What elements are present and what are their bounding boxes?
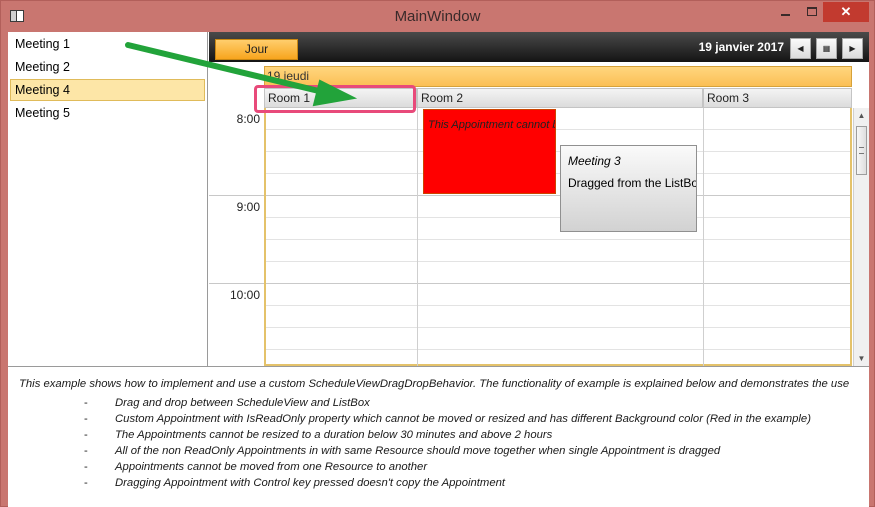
time-label: 9:00: [236, 200, 260, 214]
time-label: 10:00: [229, 288, 260, 302]
close-icon: ✕: [840, 4, 852, 19]
slot-area[interactable]: [264, 108, 852, 366]
bullet-dash: -: [84, 445, 88, 457]
room-1-highlight: [254, 85, 416, 113]
bullet-dash: -: [84, 461, 88, 473]
list-item: - Dragging Appointment with Control key p…: [84, 475, 811, 491]
resource-header-room-2: Room 2: [417, 88, 703, 108]
maximize-icon: [807, 7, 817, 16]
minimize-button[interactable]: [772, 2, 798, 22]
maximize-button[interactable]: [799, 2, 825, 22]
list-item: - The Appointments cannot be resized to a…: [84, 427, 811, 443]
drag-visual-meeting-3[interactable]: Meeting 3 Dragged from the ListBox: [560, 145, 697, 232]
close-button[interactable]: ✕: [823, 2, 869, 22]
feature-text: Custom Appointment with IsReadOnly prope…: [115, 413, 811, 425]
list-item: - Appointments cannot be moved from one R…: [84, 459, 811, 475]
title-bar[interactable]: MainWindow ✕: [1, 1, 874, 32]
resource-divider: [417, 108, 418, 366]
calendar-grid-icon: ▦: [822, 44, 831, 53]
feature-text: Dragging Appointment with Control key pr…: [115, 477, 506, 489]
slot-line: [266, 327, 850, 328]
scroll-thumb[interactable]: [856, 126, 867, 175]
hour-line: [266, 283, 850, 284]
schedule-toolbar: Jour 19 janvier 2017 ◀ ▦ ▶: [209, 32, 869, 62]
window-content: Meeting 1 Meeting 2 Meeting 4 Meeting 5 …: [8, 32, 869, 507]
window-title: MainWindow: [394, 8, 481, 25]
bullet-dash: -: [84, 413, 88, 425]
chevron-left-icon: ◀: [797, 44, 804, 53]
list-item-meeting-5[interactable]: Meeting 5: [10, 102, 205, 124]
drag-visual-body: Dragged from the ListBox: [568, 176, 697, 190]
time-slot-grid[interactable]: 8:00 9:00 10:00 This Appointment cannot …: [209, 108, 852, 366]
previous-button[interactable]: ◀: [790, 38, 811, 59]
slot-line: [266, 349, 850, 350]
list-item-meeting-4[interactable]: Meeting 4: [10, 79, 205, 101]
readonly-appointment-text: This Appointment cannot be moved or resi…: [428, 119, 555, 131]
slot-line: [266, 129, 850, 130]
time-ruler: 8:00 9:00 10:00: [209, 108, 264, 366]
bullet-dash: -: [84, 477, 88, 489]
description-panel: This example shows how to implement and …: [8, 366, 869, 507]
drag-visual-title: Meeting 3: [568, 154, 621, 168]
hour-line: [266, 195, 850, 196]
description-intro: This example shows how to implement and …: [19, 378, 850, 390]
feature-text: All of the non ReadOnly Appointments in …: [115, 445, 721, 457]
chevron-right-icon: ▶: [849, 44, 856, 53]
bullet-dash: -: [84, 397, 88, 409]
slot-line: [266, 151, 850, 152]
calendar-button[interactable]: ▦: [816, 38, 837, 59]
main-window: MainWindow ✕ Meeting 1 Meeting 2 Meeting…: [0, 0, 875, 507]
scroll-up-icon[interactable]: ▲: [854, 108, 869, 123]
scroll-down-icon[interactable]: ▼: [854, 351, 869, 366]
list-item-meeting-1[interactable]: Meeting 1: [10, 33, 205, 55]
feature-text: The Appointments cannot be resized to a …: [115, 429, 553, 441]
slot-line: [266, 239, 850, 240]
day-view-tab[interactable]: Jour: [215, 39, 298, 60]
list-item: - Custom Appointment with IsReadOnly prop…: [84, 411, 811, 427]
feature-text: Drag and drop between ScheduleView and L…: [115, 397, 370, 409]
meetings-listbox[interactable]: Meeting 1 Meeting 2 Meeting 4 Meeting 5: [8, 32, 208, 366]
minimize-icon: [781, 14, 790, 16]
list-item-meeting-2[interactable]: Meeting 2: [10, 56, 205, 78]
slot-line: [266, 261, 850, 262]
feature-text: Appointments cannot be moved from one Re…: [115, 461, 428, 473]
slot-line: [266, 173, 850, 174]
resource-divider: [703, 108, 704, 366]
hour-tick: [209, 283, 264, 284]
time-label: 8:00: [236, 112, 260, 126]
slot-line: [266, 217, 850, 218]
day-header: 19 jeudi: [264, 66, 852, 87]
current-date-label: 19 janvier 2017: [698, 40, 784, 54]
list-item: - Drag and drop between ScheduleView and …: [84, 395, 811, 411]
vertical-scrollbar[interactable]: ▲ ▼: [853, 108, 869, 366]
readonly-appointment[interactable]: This Appointment cannot be moved or resi…: [423, 109, 556, 194]
next-button[interactable]: ▶: [842, 38, 863, 59]
hour-tick: [209, 195, 264, 196]
slot-line: [266, 305, 850, 306]
list-item: - All of the non ReadOnly Appointments in…: [84, 443, 811, 459]
resource-header-room-3: Room 3: [703, 88, 852, 108]
schedule-view: Jour 19 janvier 2017 ◀ ▦ ▶ 19 jeudi Room…: [209, 32, 869, 366]
bullet-dash: -: [84, 429, 88, 441]
feature-list: - Drag and drop between ScheduleView and …: [84, 395, 811, 491]
